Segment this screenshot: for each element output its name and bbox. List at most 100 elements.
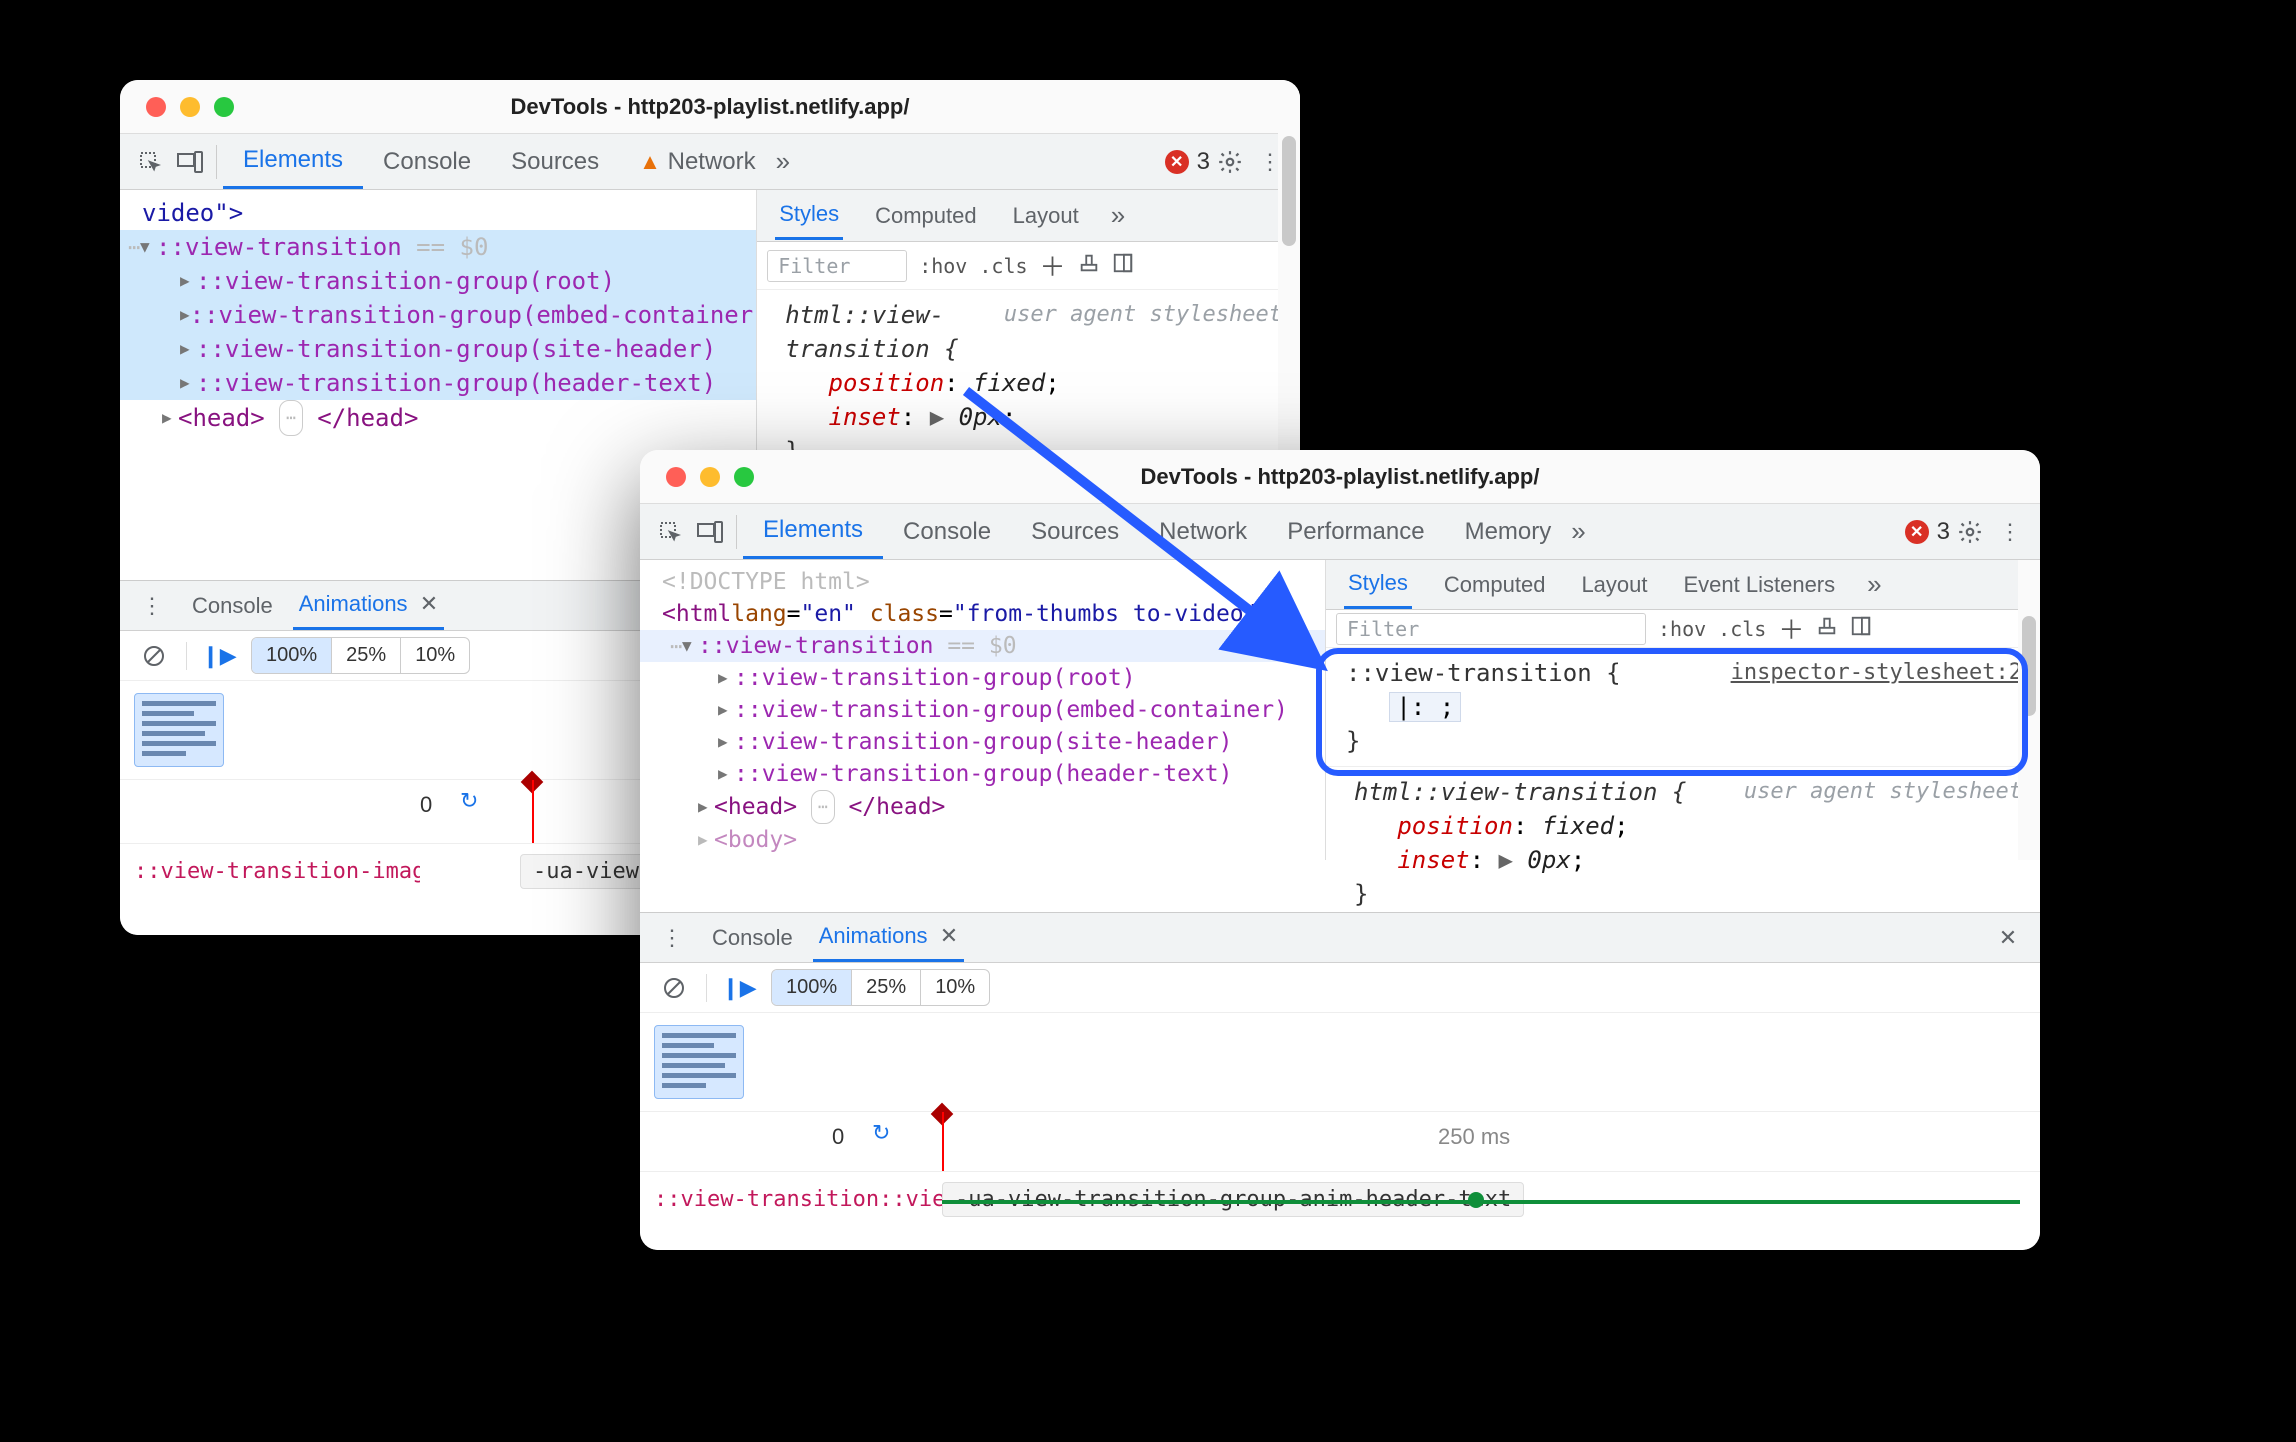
ellipsis-icon[interactable]: ⋯ [279,400,303,436]
more-tabs-icon[interactable]: » [776,146,784,177]
drawer-kebab-icon[interactable]: ⋮ [132,586,172,626]
clear-icon[interactable] [654,968,694,1008]
computed-panel-icon[interactable] [1850,615,1872,642]
close-window-button[interactable] [146,97,166,117]
cls-toggle[interactable]: .cls [1718,617,1766,641]
expand-toggle-icon[interactable]: ▶ [718,694,734,726]
dom-node[interactable]: ::view-transition-group(header-text) [196,366,716,400]
play-pause-icon[interactable]: ❙▶ [199,636,239,676]
expand-toggle-icon[interactable]: ▶ [718,758,734,790]
tab-memory[interactable]: Memory [1445,506,1572,558]
expand-toggle-icon[interactable]: ▶ [180,366,196,400]
speed-100-button[interactable]: 100% [772,970,852,1005]
subtab-layout[interactable]: Layout [1009,193,1083,239]
replay-icon[interactable]: ↻ [460,788,478,814]
subtab-event-listeners[interactable]: Event Listeners [1680,562,1840,608]
dom-node[interactable]: <head> [178,401,265,435]
dom-node[interactable]: ::view-transition-group(embed-container) [190,298,758,332]
speed-25-button[interactable]: 25% [332,638,401,673]
dom-node-selected[interactable]: ::view-transition [698,630,933,662]
more-subtabs-icon[interactable]: » [1867,569,1875,600]
dom-node[interactable]: video"> [142,196,243,230]
style-rule[interactable]: user agent stylesheet html::view-transit… [1326,766,2040,919]
tab-network[interactable]: ▲ Network [619,136,775,188]
animation-group-thumb[interactable] [654,1025,744,1099]
settings-icon[interactable] [1950,512,1990,552]
close-tab-icon[interactable]: ✕ [940,923,958,948]
inspect-icon[interactable] [130,142,170,182]
drawer-tab-console[interactable]: Console [712,925,793,951]
speed-25-button[interactable]: 25% [852,970,921,1005]
speed-10-button[interactable]: 10% [401,638,469,673]
close-tab-icon[interactable]: ✕ [420,591,438,616]
tab-elements[interactable]: Elements [743,504,883,559]
device-toolbar-icon[interactable] [170,142,210,182]
animation-group-thumb[interactable] [134,693,224,767]
inspect-icon[interactable] [650,512,690,552]
filter-input[interactable]: Filter [1336,613,1646,645]
dom-node[interactable]: ::view-transition-group(site-header) [734,726,1233,758]
scrollbar-thumb[interactable] [1282,136,1296,246]
dom-node[interactable]: ::view-transition-group(embed-container) [734,694,1288,726]
error-count-badge[interactable]: ✕ 3 [1165,148,1210,176]
expand-toggle-icon[interactable]: ▶ [180,264,196,298]
play-pause-icon[interactable]: ❙▶ [719,968,759,1008]
kebab-menu-icon[interactable]: ⋮ [1990,512,2030,552]
maximize-window-button[interactable] [214,97,234,117]
dom-node[interactable]: ::view-transition-group(root) [196,264,615,298]
timeline-playhead[interactable] [942,1112,944,1171]
subtab-layout[interactable]: Layout [1577,562,1651,608]
ellipsis-icon[interactable]: ⋯ [811,790,835,824]
speed-100-button[interactable]: 100% [252,638,332,673]
tab-sources[interactable]: Sources [491,136,619,188]
more-tabs-icon[interactable]: » [1571,516,1579,547]
dom-node-selected[interactable]: ::view-transition [156,230,402,264]
device-toolbar-icon[interactable] [690,512,730,552]
subtab-computed[interactable]: Computed [871,193,981,239]
hov-toggle[interactable]: :hov [919,254,967,278]
tab-console[interactable]: Console [363,136,491,188]
brush-icon[interactable] [1078,252,1100,279]
rule-source[interactable]: user agent stylesheet [1004,298,1282,332]
drawer-kebab-icon[interactable]: ⋮ [652,918,692,958]
new-rule-icon[interactable]: ＋ [1040,247,1066,284]
dom-node[interactable]: <!DOCTYPE html> [662,566,870,598]
timeline-playhead[interactable] [532,780,534,843]
minimize-window-button[interactable] [700,467,720,487]
drawer-tab-animations[interactable]: Animations ✕ [293,581,445,630]
minimize-window-button[interactable] [180,97,200,117]
timeline[interactable]: 0 ↻ 250 ms [640,1111,2040,1171]
tab-elements[interactable]: Elements [223,134,363,189]
dom-node[interactable]: ::view-transition-group(site-header) [196,332,716,366]
maximize-window-button[interactable] [734,467,754,487]
expand-toggle-icon[interactable]: ▶ [162,401,178,435]
brush-icon[interactable] [1816,615,1838,642]
clear-icon[interactable] [134,636,174,676]
expand-toggle-icon[interactable]: ▶ [180,298,190,332]
animation-row[interactable]: ::view-transition::vie -ua-view-transiti… [640,1171,2040,1227]
subtab-styles[interactable]: Styles [1344,560,1412,609]
error-count-badge[interactable]: ✕ 3 [1905,518,1950,546]
close-window-button[interactable] [666,467,686,487]
dom-node[interactable]: <head> [714,791,797,823]
expand-toggle-icon[interactable]: ▶ [180,332,196,366]
more-subtabs-icon[interactable]: » [1111,200,1119,231]
cls-toggle[interactable]: .cls [979,254,1027,278]
animation-keyframe-knob[interactable] [1468,1192,1484,1208]
speed-10-button[interactable]: 10% [921,970,989,1005]
drawer-tab-animations[interactable]: Animations ✕ [813,913,965,962]
hov-toggle[interactable]: :hov [1658,617,1706,641]
replay-icon[interactable]: ↻ [872,1120,890,1146]
expand-toggle-icon[interactable]: ▼ [140,230,156,264]
subtab-computed[interactable]: Computed [1440,562,1550,608]
rule-source[interactable]: user agent stylesheet [1744,775,2022,809]
expand-toggle-icon[interactable]: ▶ [698,791,714,823]
dom-tree[interactable]: video"> ⋯ ▼ ::view-transition == $0 ▶::v… [120,190,756,442]
computed-panel-icon[interactable] [1112,252,1134,279]
expand-toggle-icon[interactable]: ▶ [718,726,734,758]
expand-toggle-icon[interactable]: ▼ [682,630,698,662]
new-rule-icon[interactable]: ＋ [1778,610,1804,647]
close-drawer-icon[interactable]: ✕ [1988,918,2028,958]
settings-icon[interactable] [1210,142,1250,182]
expand-toggle-icon[interactable]: ▶ [718,662,734,694]
